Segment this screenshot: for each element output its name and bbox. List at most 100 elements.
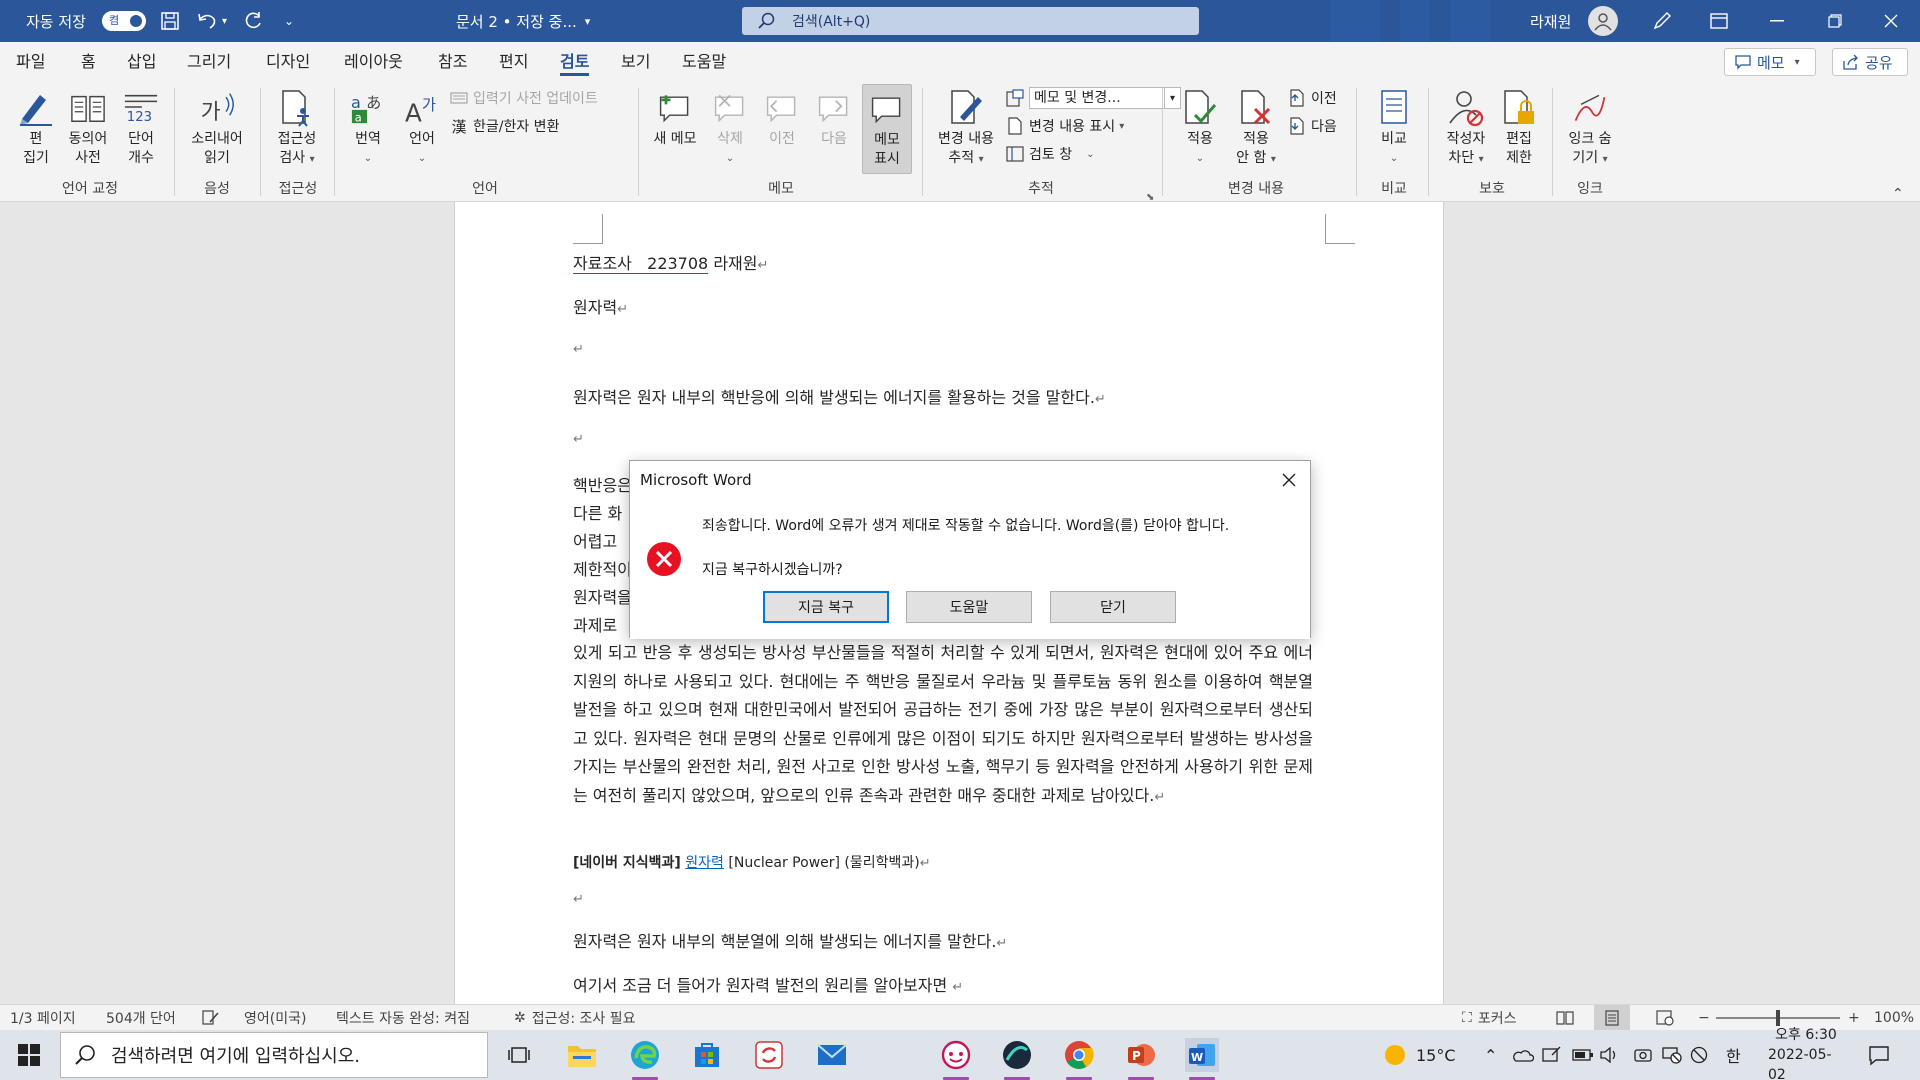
mail-icon[interactable]: [815, 1038, 849, 1072]
paragraph-2-line[interactable]: 핵반응은: [573, 472, 632, 496]
paragraph-4[interactable]: 여기서 조금 더 들어가 원자력 발전의 원리를 알아보자면 ↵: [573, 972, 963, 996]
restore-icon[interactable]: [1828, 0, 1842, 42]
document-title[interactable]: 문서 2 • 저장 중... ▾: [456, 0, 590, 42]
recover-now-button[interactable]: 지금 복구: [763, 591, 889, 623]
paragraph-2-line[interactable]: 제한적이: [573, 556, 632, 580]
dialog-close-button[interactable]: [1278, 469, 1300, 491]
reviewing-pane-button[interactable]: 검토 창 ⌄: [1006, 142, 1094, 166]
paragraph-2-line[interactable]: 어렵고: [573, 528, 617, 552]
share-button[interactable]: 공유: [1832, 48, 1908, 76]
weather-widget[interactable]: 15°C: [1384, 1030, 1456, 1080]
editor-button[interactable]: 편 집기: [14, 88, 58, 168]
show-markup-button[interactable]: 변경 내용 표시 ▾: [1006, 114, 1124, 138]
save-icon[interactable]: [160, 0, 180, 42]
help-button[interactable]: 도움말: [906, 591, 1032, 623]
tab-review[interactable]: 검토: [560, 42, 590, 82]
close-button[interactable]: 닫기: [1050, 591, 1176, 623]
empty-paragraph[interactable]: ↵: [573, 428, 584, 447]
show-hidden-icons-button[interactable]: ⌃: [1484, 1030, 1497, 1080]
zoom-in-button[interactable]: +: [1848, 1005, 1860, 1031]
no-network-icon[interactable]: [1662, 1030, 1682, 1080]
language-button[interactable]: A가 언어 ⌄: [398, 88, 446, 168]
delete-comment-button[interactable]: 삭제 ⌄: [706, 88, 754, 168]
autosave-toggle[interactable]: 켬: [102, 11, 146, 31]
onedrive-icon[interactable]: [1512, 1030, 1534, 1080]
tab-layout[interactable]: 레이아웃: [344, 42, 403, 82]
ime-dictionary-update-button[interactable]: 입력기 사전 업데이트: [450, 86, 598, 110]
next-comment-button[interactable]: 다음: [810, 88, 858, 149]
tray-app-icon[interactable]: [1542, 1030, 1562, 1080]
word-count-button[interactable]: 123 단어 개수: [118, 88, 164, 168]
accessibility-status[interactable]: ✲ 접근성: 조사 필요: [514, 1005, 636, 1031]
search-input[interactable]: 검색(Alt+Q): [742, 7, 1199, 35]
paragraph-3[interactable]: 원자력은 원자 내부의 핵분열에 의해 발생되는 에너지를 말한다.↵: [573, 928, 1007, 952]
tab-home[interactable]: 홈: [81, 42, 96, 82]
undo-icon[interactable]: [196, 0, 218, 42]
close-icon[interactable]: [1884, 0, 1898, 42]
zoom-out-button[interactable]: −: [1698, 1005, 1710, 1031]
tab-help[interactable]: 도움말: [682, 42, 726, 82]
windows-start-icon[interactable]: [12, 1038, 46, 1072]
edge-icon[interactable]: [628, 1038, 662, 1080]
undo-dropdown-icon[interactable]: ▾: [222, 0, 227, 42]
thesaurus-button[interactable]: 동의어 사전: [64, 88, 112, 168]
paragraph-1[interactable]: 원자력은 원자 내부의 핵반응에 의해 발생되는 에너지를 활용하는 것을 말한…: [573, 384, 1106, 408]
hide-ink-button[interactable]: 잉크 숨 기기 ▾: [1560, 88, 1620, 169]
volume-icon[interactable]: [1600, 1030, 1620, 1080]
proofing-icon[interactable]: [202, 1005, 220, 1031]
memo-button[interactable]: 메모 ▾: [1724, 48, 1816, 76]
paragraph-2-rest[interactable]: 있게 되고 반응 후 생성되는 방사성 부산물들을 적절히 처리할 수 있게 되…: [573, 639, 1313, 812]
translate-button[interactable]: aあa 번역 ⌄: [344, 88, 392, 168]
show-comments-button[interactable]: 메모 표시: [862, 84, 912, 174]
text-predictions-status[interactable]: 텍스트 자동 완성: 켜짐: [336, 1005, 470, 1031]
tab-insert[interactable]: 삽입: [127, 42, 156, 82]
task-view-icon[interactable]: [502, 1038, 536, 1072]
read-aloud-button[interactable]: 가 소리내어 읽기: [184, 88, 250, 168]
check-accessibility-button[interactable]: 접근성 검사 ▾: [270, 88, 324, 169]
empty-paragraph[interactable]: ↵: [573, 338, 584, 357]
chat-app-icon[interactable]: [939, 1038, 973, 1080]
compare-button[interactable]: 비교 ⌄: [1370, 88, 1418, 168]
language-status[interactable]: 영어(미국): [244, 1005, 306, 1031]
focus-mode-button[interactable]: ⛶ 포커스: [1462, 1005, 1516, 1031]
tab-draw[interactable]: 그리기: [187, 42, 231, 82]
page-count[interactable]: 1/3 페이지: [10, 1005, 76, 1031]
read-mode-icon[interactable]: [1556, 1005, 1574, 1031]
microsoft-store-icon[interactable]: [690, 1038, 724, 1072]
avatar[interactable]: [1588, 6, 1618, 36]
header-line[interactable]: 자료조사 223708 라재원↵: [573, 250, 768, 274]
zoom-slider-thumb[interactable]: [1776, 1010, 1780, 1026]
restrict-editing-button[interactable]: 편집 제한: [1496, 88, 1542, 168]
print-layout-icon[interactable]: [1594, 1005, 1630, 1031]
previous-change-button[interactable]: 이전: [1288, 86, 1337, 110]
file-explorer-icon[interactable]: [565, 1038, 599, 1072]
ribbon-display-options-icon[interactable]: [1710, 0, 1728, 42]
taskbar-search-input[interactable]: 검색하려면 여기에 입력하십시오.: [60, 1032, 488, 1078]
paragraph-2-line[interactable]: 원자력을: [573, 584, 632, 608]
chrome-icon[interactable]: [1062, 1038, 1096, 1080]
document-title[interactable]: 원자력↵: [573, 294, 628, 318]
zoom-level[interactable]: 100%: [1874, 1005, 1914, 1031]
hangul-hanja-button[interactable]: 漢 한글/한자 변환: [450, 114, 559, 138]
tab-view[interactable]: 보기: [621, 42, 650, 82]
word-icon[interactable]: W: [1185, 1038, 1219, 1080]
pen-icon[interactable]: [1652, 0, 1672, 42]
web-layout-icon[interactable]: [1656, 1005, 1674, 1031]
user-name[interactable]: 라재원: [1530, 0, 1571, 42]
new-comment-button[interactable]: 새 메모: [650, 88, 700, 149]
tab-file[interactable]: 파일: [16, 42, 45, 82]
previous-comment-button[interactable]: 이전: [758, 88, 806, 149]
notifications-icon[interactable]: [1868, 1030, 1890, 1080]
block-authors-button[interactable]: 작성자 차단 ▾: [1440, 88, 1492, 169]
reject-change-button[interactable]: 적용 안 함 ▾: [1228, 88, 1284, 169]
tab-references[interactable]: 참조: [438, 42, 467, 82]
vpn-app-icon[interactable]: [1000, 1038, 1034, 1080]
powerpoint-icon[interactable]: P: [1124, 1038, 1158, 1080]
source-link[interactable]: 원자력: [685, 855, 724, 871]
ime-indicator[interactable]: 한: [1726, 1030, 1741, 1080]
tab-design[interactable]: 디자인: [266, 42, 310, 82]
clock[interactable]: 오후 6:30 2022-05-02: [1768, 1027, 1844, 1080]
display-for-review-select[interactable]: 메모 및 변경... ▾: [1006, 86, 1181, 110]
next-change-button[interactable]: 다음: [1288, 114, 1337, 138]
tab-mailings[interactable]: 편지: [499, 42, 528, 82]
